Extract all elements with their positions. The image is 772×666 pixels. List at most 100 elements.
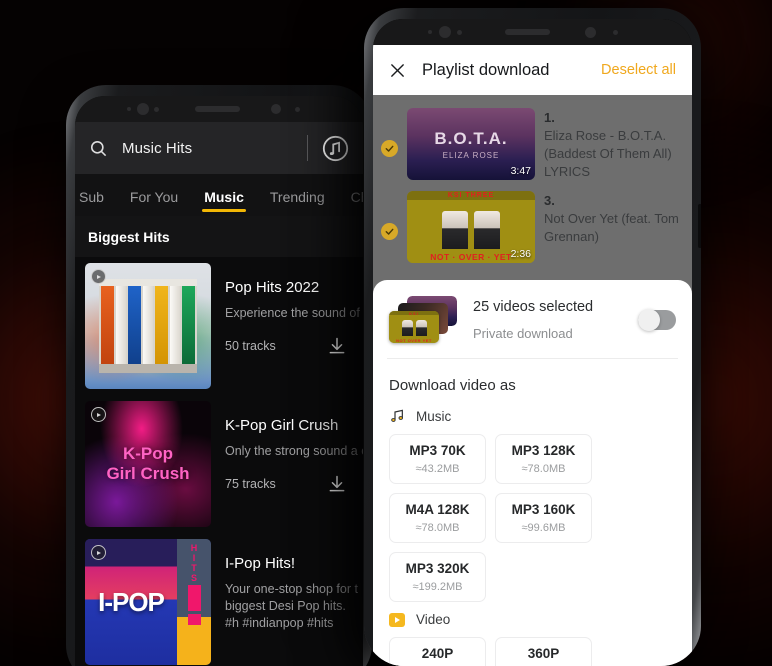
deselect-all-button[interactable]: Deselect all <box>601 62 676 78</box>
artwork-subtitle: ELIZA ROSE <box>442 150 500 160</box>
phone-sensor-bar <box>373 19 692 45</box>
playlist-list: Pop Hits 2022 Experience the sound of 20… <box>75 257 363 666</box>
toggle-knob <box>638 309 660 331</box>
music-note-circle-icon[interactable] <box>322 135 349 162</box>
sensor-dot-small-right <box>295 107 300 112</box>
format-option-240p[interactable]: 240P ≈132.8MB <box>389 637 486 666</box>
video-play-icon <box>389 612 405 627</box>
front-camera-icon <box>439 26 451 38</box>
artwork-figures <box>407 200 535 251</box>
background-phone-device: Music Hits Sub For You Music Trending Ch… <box>66 85 372 666</box>
artwork-bottom-text: NOT · OVER · YET <box>430 252 512 263</box>
playlist-title: Pop Hits 2022 <box>225 279 320 296</box>
k-pop-girl-crush-artwork: K-Pop Girl Crush <box>85 401 211 527</box>
category-music-label: Music <box>416 408 452 424</box>
artwork-text-line2: Girl Crush <box>106 464 190 483</box>
format-size: ≈199.2MB <box>412 581 463 593</box>
close-icon[interactable] <box>389 62 406 79</box>
selection-text: 25 videos selected Private download <box>473 299 622 341</box>
tab-sub[interactable]: Sub <box>77 189 106 216</box>
checkbox-checked-icon[interactable] <box>381 140 398 157</box>
download-icon[interactable] <box>327 474 347 494</box>
private-download-toggle[interactable] <box>638 309 676 331</box>
format-option-m4a-128k[interactable]: M4A 128K ≈78.0MB <box>389 493 486 543</box>
artwork-top-text: KSI THREE <box>447 192 495 200</box>
format-option-mp3-160k[interactable]: MP3 160K ≈99.6MB <box>495 493 592 543</box>
video-meta: 1. Eliza Rose - B.O.T.A. (Baddest Of The… <box>544 108 680 181</box>
foreground-phone-screen: Playlist download Deselect all B.O.T.A. <box>373 19 692 666</box>
checkbox-checked-icon[interactable] <box>381 223 398 240</box>
format-option-mp3-128k[interactable]: MP3 128K ≈78.0MB <box>495 434 592 484</box>
i-pop-hits-artwork: I-POP HITS <box>85 539 211 665</box>
format-option-mp3-70k[interactable]: MP3 70K ≈43.2MB <box>389 434 486 484</box>
sensor-dot-right <box>585 27 596 38</box>
artwork-title: B.O.T.A. <box>434 128 508 148</box>
artwork-top-banner: KSI THREE <box>407 191 535 201</box>
dialog-header: Playlist download Deselect all <box>373 45 692 95</box>
list-item[interactable]: I-POP HITS I-Pop Hits! Your one-stop sho… <box>75 533 363 666</box>
playlist-meta: Pop Hits 2022 Experience the sound of 20… <box>225 263 363 389</box>
download-format-heading: Download video as <box>389 377 516 394</box>
format-option-360p[interactable]: 360P ≈423.3MB <box>495 637 592 666</box>
video-index: 1. <box>544 110 555 125</box>
artwork-side-text: HITS <box>190 543 198 583</box>
playlist-track-count: 50 tracks <box>225 339 276 353</box>
playlist-title: I-Pop Hits! <box>225 555 296 572</box>
list-item[interactable]: K-Pop Girl Crush K-Pop Girl Crush Only t… <box>75 395 363 533</box>
sensor-dot-right <box>271 104 281 114</box>
video-thumbnail: KSI THREE NOT · OVER · YET 2:36 <box>407 191 535 263</box>
playlist-description: Your one-stop shop for t biggest Desi Po… <box>225 582 358 630</box>
playlist-artwork: I-POP HITS <box>85 539 211 665</box>
boxer-figure-left <box>442 211 468 250</box>
playlist-meta: I-Pop Hits! Your one-stop shop for t big… <box>225 539 363 665</box>
artwork-text: K-Pop Girl Crush <box>106 444 189 484</box>
format-size: ≈99.6MB <box>521 522 566 534</box>
tab-charts[interactable]: Cha <box>349 189 363 216</box>
search-bar[interactable]: Music Hits <box>75 122 363 174</box>
format-option-mp3-320k[interactable]: MP3 320K ≈199.2MB <box>389 552 486 602</box>
private-download-label: Private download <box>473 326 573 341</box>
tab-music[interactable]: Music <box>202 189 246 216</box>
video-title: Eliza Rose - B.O.T.A. (Baddest Of Them A… <box>544 128 672 179</box>
queue-row[interactable]: B.O.T.A. ELIZA ROSE 3:47 1. Eliza Rose -… <box>373 103 692 186</box>
video-format-options: 240P ≈132.8MB 360P ≈423.3MB 480P ≈547.8M… <box>373 637 692 666</box>
download-icon[interactable] <box>327 336 347 356</box>
search-input[interactable]: Music Hits <box>122 140 293 157</box>
playlist-footer: 50 tracks <box>225 336 363 356</box>
format-name: MP3 128K <box>511 443 576 458</box>
download-dialog-root: Playlist download Deselect all B.O.T.A. <box>373 45 692 666</box>
playlist-meta: K-Pop Girl Crush Only the strong sound a… <box>225 401 363 527</box>
playlist-description: Experience the sound of 2022 with this c… <box>225 306 363 320</box>
selection-summary-row: KSI NOT OVER YET 25 videos selected Priv… <box>373 280 692 358</box>
playlist-description: Only the strong sound a charismatic perf… <box>225 444 363 458</box>
music-format-options: MP3 70K ≈43.2MB MP3 128K ≈78.0MB M4A 128… <box>373 434 692 612</box>
check-icon <box>385 145 394 152</box>
check-icon <box>385 228 394 235</box>
selected-thumbnails-stack: KSI NOT OVER YET <box>389 296 457 344</box>
category-music-row: Music <box>373 408 692 434</box>
category-video-row: Video <box>373 612 692 637</box>
list-item[interactable]: Pop Hits 2022 Experience the sound of 20… <box>75 257 363 395</box>
power-button[interactable] <box>698 204 701 248</box>
playlist-footer: 75 tracks <box>225 474 363 494</box>
playlist-title: K-Pop Girl Crush <box>225 417 339 434</box>
earpiece-speaker-icon <box>505 29 550 35</box>
foreground-phone-device: Playlist download Deselect all B.O.T.A. <box>364 8 701 666</box>
format-name: MP3 160K <box>511 502 576 517</box>
format-name: 360P <box>527 646 560 661</box>
tab-trending[interactable]: Trending <box>268 189 327 216</box>
music-app-root: Music Hits Sub For You Music Trending Ch… <box>75 122 363 666</box>
format-name: 240P <box>421 646 454 661</box>
category-tab-bar[interactable]: Sub For You Music Trending Cha <box>75 174 363 216</box>
front-camera-icon <box>137 103 149 115</box>
play-badge-icon <box>91 269 106 284</box>
video-duration: 2:36 <box>510 248 531 260</box>
earpiece-speaker-icon <box>195 106 240 112</box>
queue-row[interactable]: KSI THREE NOT · OVER · YET 2:36 3. Not O… <box>373 186 692 268</box>
artwork-right-panel: HITS <box>177 539 211 665</box>
play-badge-icon <box>91 545 106 560</box>
format-size: ≈78.0MB <box>415 522 460 534</box>
search-icon <box>90 140 107 156</box>
music-note-icon <box>391 409 403 422</box>
tab-for-you[interactable]: For You <box>128 189 180 216</box>
